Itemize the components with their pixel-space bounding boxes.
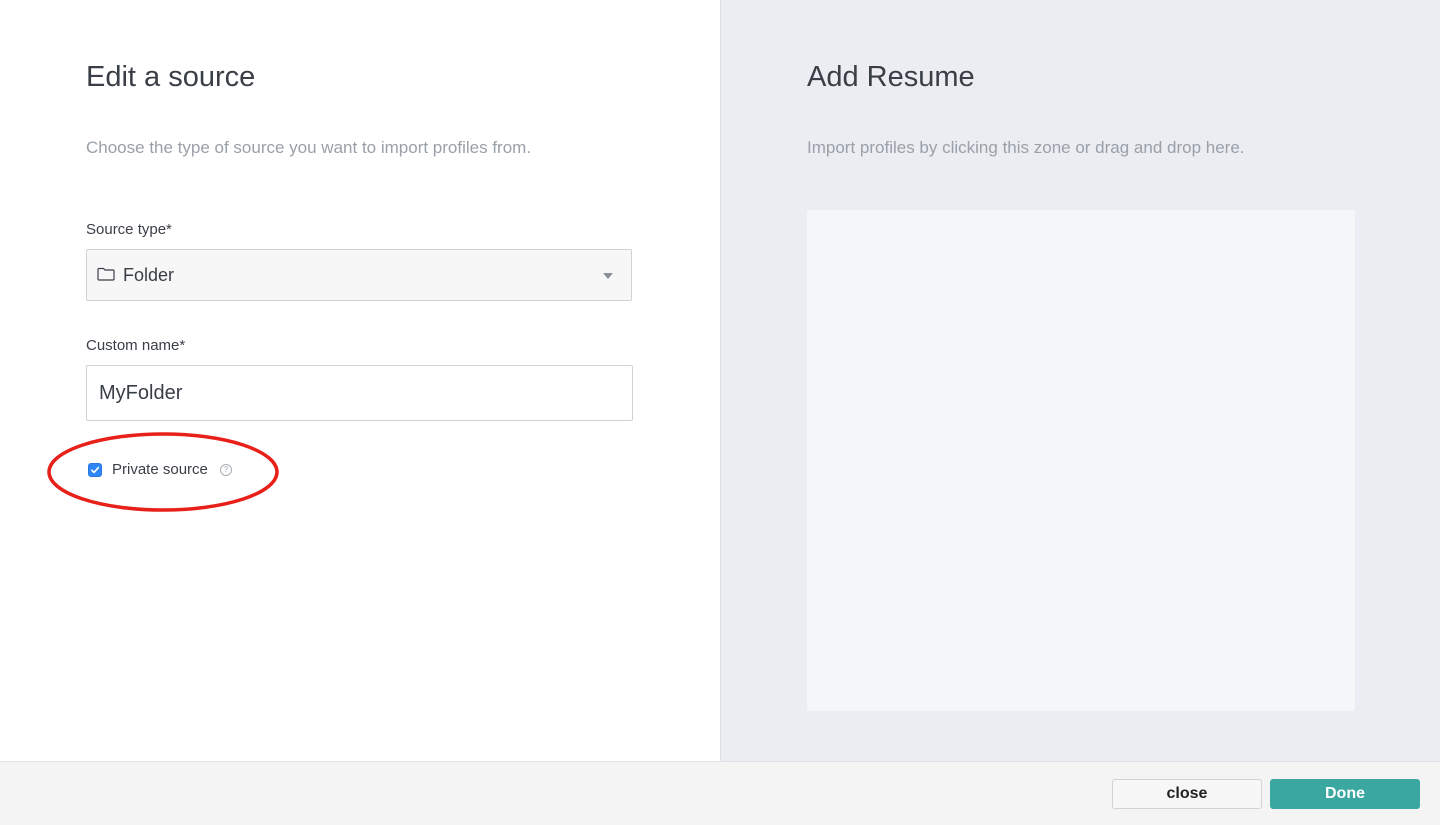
- close-button[interactable]: close: [1112, 779, 1262, 809]
- resume-drop-zone[interactable]: [807, 210, 1355, 711]
- private-source-label: Private source: [112, 461, 208, 478]
- add-resume-subtitle: Import profiles by clicking this zone or…: [807, 138, 1245, 157]
- chevron-down-icon: [603, 273, 613, 279]
- help-icon[interactable]: ?: [220, 464, 232, 476]
- edit-source-title: Edit a source: [86, 61, 256, 93]
- source-type-value: Folder: [123, 265, 175, 285]
- private-source-checkbox[interactable]: [88, 463, 102, 477]
- custom-name-input[interactable]: [86, 365, 633, 421]
- source-type-select[interactable]: Folder: [86, 249, 632, 301]
- add-resume-panel: Add Resume Import profiles by clicking t…: [720, 0, 1440, 761]
- custom-name-label: Custom name*: [86, 337, 186, 354]
- done-button[interactable]: Done: [1270, 779, 1420, 809]
- dialog-footer: close Done: [0, 761, 1440, 825]
- checkmark-icon: [91, 466, 100, 474]
- folder-icon: [97, 267, 115, 281]
- edit-source-panel: Edit a source Choose the type of source …: [0, 0, 720, 761]
- edit-source-subtitle: Choose the type of source you want to im…: [86, 138, 532, 157]
- add-resume-title: Add Resume: [807, 61, 975, 93]
- source-type-label: Source type*: [86, 221, 172, 238]
